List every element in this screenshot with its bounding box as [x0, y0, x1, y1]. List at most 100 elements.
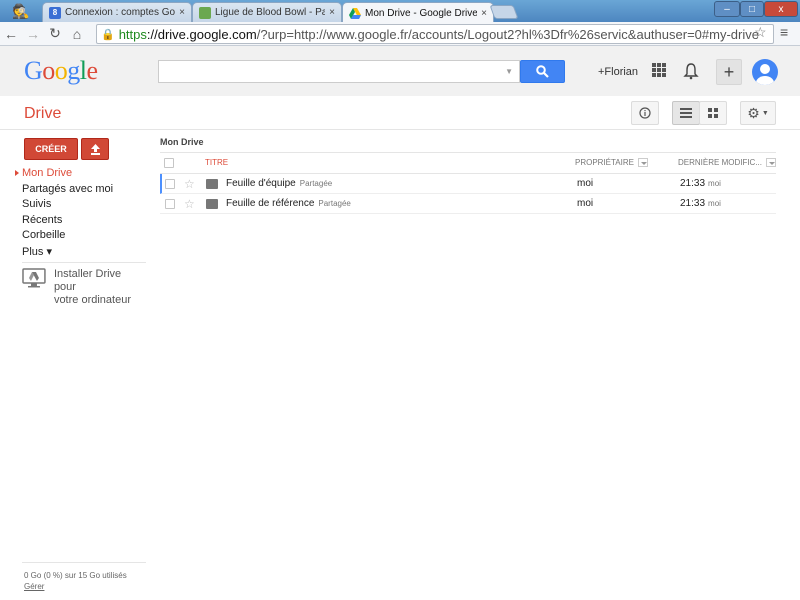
grid-view-icon	[708, 108, 718, 118]
star-icon[interactable]: ☆	[184, 177, 195, 191]
tab-label: Connexion : comptes Goo	[65, 7, 176, 18]
close-tab-icon[interactable]: ×	[329, 7, 335, 18]
sidebar-item-suivis[interactable]: Suivis	[22, 198, 113, 214]
select-all-checkbox[interactable]	[164, 158, 174, 168]
breadcrumb[interactable]: Mon Drive	[160, 137, 204, 147]
tab-label: Ligue de Blood Bowl - Pag	[215, 7, 326, 18]
logo-letter: o	[54, 56, 68, 85]
url-path: /?urp=http://www.google.fr/accounts/Logo…	[256, 26, 759, 42]
close-tab-icon[interactable]: ×	[481, 8, 487, 19]
list-view-icon	[680, 108, 692, 118]
file-modified: 21:33 moi	[680, 198, 721, 209]
column-title[interactable]: TITRE	[205, 158, 228, 167]
sidebar-item-recents[interactable]: Récents	[22, 214, 113, 230]
share-plus-button[interactable]: +	[716, 59, 742, 85]
install-line-1: Installer Drive pour	[53, 268, 122, 293]
new-tab-button[interactable]	[489, 5, 519, 19]
logo-letter: e	[86, 56, 99, 85]
incognito-icon: 🕵	[12, 2, 30, 19]
logo-letter: l	[79, 56, 87, 85]
maximize-button[interactable]: □	[740, 1, 764, 17]
grid-view-button[interactable]	[699, 101, 727, 125]
modified-by: moi	[708, 179, 721, 188]
google-drive-icon	[349, 7, 361, 19]
manage-storage-link[interactable]: Gérer	[24, 582, 44, 591]
chevron-down-icon: ▼	[761, 109, 769, 117]
divider	[22, 562, 146, 563]
tab-label: Mon Drive - Google Drive	[365, 7, 478, 19]
settings-button[interactable]: ⚙ ▼	[740, 101, 776, 125]
column-owner[interactable]: PROPRIÉTAIRE	[575, 158, 648, 168]
notifications-bell-icon[interactable]	[683, 62, 699, 80]
reload-icon[interactable]: ↻	[44, 24, 66, 44]
shared-tag: Partagée	[299, 179, 333, 188]
url-host: ://drive.google.com	[146, 26, 257, 42]
tab-blood-bowl[interactable]: Ligue de Blood Bowl - Pag ×	[192, 2, 342, 22]
details-button[interactable]	[631, 101, 659, 125]
table-row[interactable]: ☆ Feuille de référence Partagée moi 21:33…	[160, 194, 776, 214]
file-name[interactable]: Feuille de référence Partagée	[226, 198, 351, 209]
divider	[22, 262, 146, 263]
active-nav-marker	[15, 170, 19, 176]
forward-icon[interactable]: →	[22, 24, 44, 44]
search-options-icon[interactable]: ▼	[505, 67, 513, 76]
column-owner-label: PROPRIÉTAIRE	[575, 158, 634, 167]
sidebar-item-partages[interactable]: Partagés avec moi	[22, 183, 113, 199]
apps-grid-icon[interactable]	[652, 63, 666, 77]
close-tab-icon[interactable]: ×	[179, 7, 185, 18]
column-modified[interactable]: DERNIÈRE MODIFIC...	[678, 158, 777, 168]
gear-icon: ⚙	[747, 104, 760, 121]
lock-icon: 🔒	[101, 28, 115, 41]
home-icon[interactable]: ⌂	[66, 24, 88, 44]
close-window-button[interactable]: x	[764, 1, 798, 17]
computer-drive-icon	[22, 268, 46, 288]
create-button[interactable]: CRÉER	[24, 138, 78, 160]
shared-folder-icon	[206, 199, 218, 209]
star-icon[interactable]: ☆	[184, 197, 195, 211]
address-bar[interactable]: 🔒 https://drive.google.com/?urp=http://w…	[96, 24, 774, 44]
install-line-2: votre ordinateur	[53, 294, 131, 306]
row-checkbox[interactable]	[165, 179, 175, 189]
storage-quota: 0 Go (0 %) sur 15 Go utilisés	[24, 571, 127, 580]
sidebar-nav: Mon Drive Partagés avec moi Suivis Récen…	[22, 167, 113, 260]
install-drive-link[interactable]: Installer Drive pour votre ordinateur	[22, 268, 146, 307]
sort-dropdown-icon[interactable]	[766, 158, 777, 168]
upload-button[interactable]	[81, 138, 109, 160]
file-title: Feuille d'équipe	[226, 178, 296, 189]
avatar[interactable]	[752, 59, 778, 85]
bookmark-star-icon[interactable]: ☆	[754, 24, 767, 41]
sidebar-item-corbeille[interactable]: Corbeille	[22, 229, 113, 245]
table-row[interactable]: ☆ Feuille d'équipe Partagée moi 21:33 moi	[160, 174, 776, 194]
minimize-button[interactable]: –	[714, 1, 740, 17]
row-checkbox[interactable]	[165, 199, 175, 209]
sort-dropdown-icon[interactable]	[637, 158, 648, 168]
column-modified-label: DERNIÈRE MODIFIC...	[678, 158, 763, 167]
search-button[interactable]	[520, 60, 565, 83]
file-title: Feuille de référence	[226, 198, 315, 209]
page-title[interactable]: Drive	[24, 105, 61, 123]
logo-letter: g	[67, 56, 80, 85]
shared-tag: Partagée	[318, 199, 351, 208]
file-name[interactable]: Feuille d'équipe Partagée	[226, 178, 332, 189]
info-icon	[639, 107, 651, 119]
list-view-button[interactable]	[672, 101, 700, 125]
chrome-menu-icon[interactable]: ≡	[780, 24, 788, 40]
window-titlebar: 🕵 8 Connexion : comptes Goo × Ligue de B…	[0, 0, 800, 23]
sidebar-item-plus[interactable]: Plus ▾	[22, 245, 113, 261]
file-modified: 21:33 moi	[680, 178, 721, 189]
file-owner: moi	[577, 178, 594, 189]
modified-time: 21:33	[680, 198, 706, 209]
tab-mon-drive[interactable]: Mon Drive - Google Drive ×	[342, 2, 494, 23]
forum-icon	[199, 6, 211, 19]
search-input[interactable]: ▼	[158, 60, 520, 83]
url-scheme: https	[118, 26, 147, 42]
back-icon[interactable]: ←	[0, 24, 22, 44]
sidebar-item-mon-drive[interactable]: Mon Drive	[22, 167, 113, 183]
logo-letter: o	[42, 56, 55, 85]
modified-time: 21:33	[680, 178, 706, 189]
shared-folder-icon	[206, 179, 218, 189]
user-link[interactable]: +Florian	[598, 66, 638, 78]
google-accounts-icon: 8	[49, 6, 61, 19]
tab-connexion[interactable]: 8 Connexion : comptes Goo ×	[42, 2, 192, 22]
google-logo[interactable]: Google	[24, 56, 98, 86]
